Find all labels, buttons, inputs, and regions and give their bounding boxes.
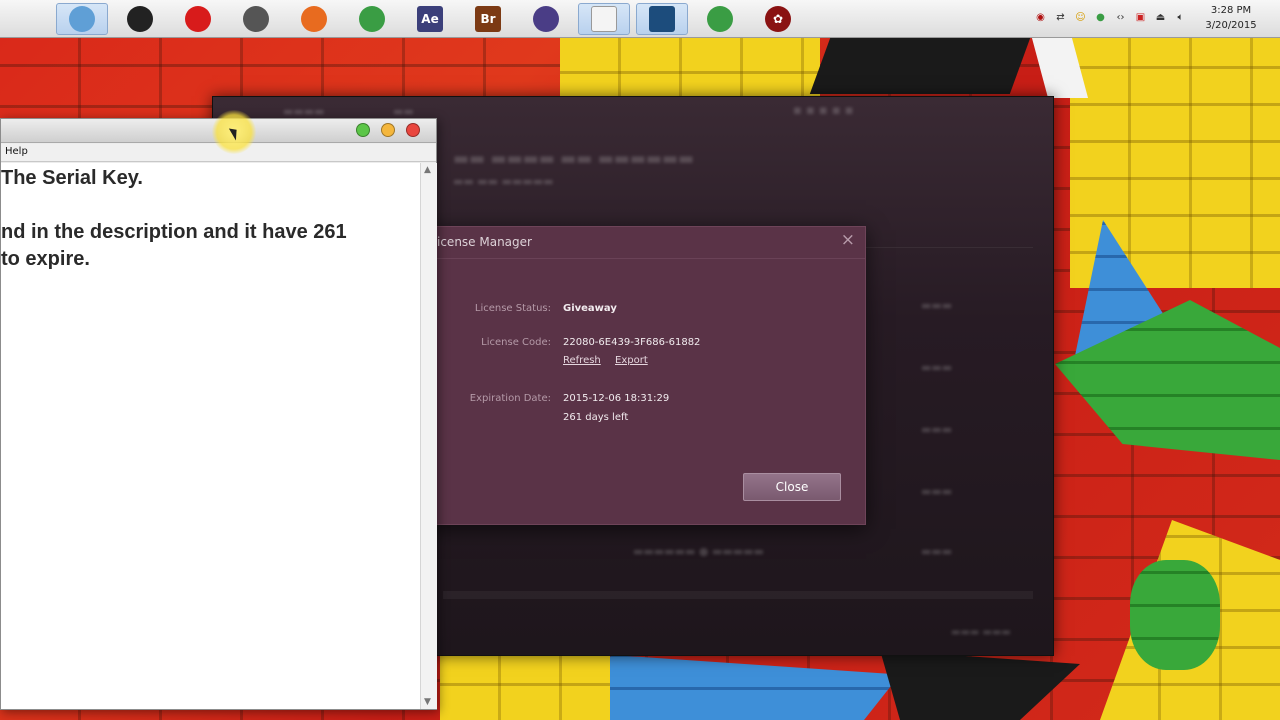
taskbar: Ae Br ✿ ◉ ⇄ ☺ ● ‹› ▣ ⏏ 🔈︎ 3:28 PM 3/20/201… — [0, 0, 1280, 38]
license-status-value: Giveaway — [563, 303, 617, 314]
dialog-divider — [427, 258, 865, 259]
notes-app-icon — [591, 6, 617, 32]
sync-tray-icon[interactable]: ⇄ — [1053, 10, 1068, 25]
taskbar-item-record-app[interactable] — [172, 3, 224, 35]
menu-help[interactable]: Help — [5, 146, 28, 157]
code-tray-icon[interactable]: ‹› — [1113, 10, 1128, 25]
after-effects-icon: Ae — [417, 6, 443, 32]
wallpaper-black-stroke — [880, 650, 1080, 720]
blurred-value: ▬▬▬ — [921, 545, 953, 558]
film-app-icon — [649, 6, 675, 32]
taskbar-item-video-editor[interactable] — [520, 3, 572, 35]
expiration-date-value: 2015-12-06 18:31:29 — [563, 393, 670, 404]
eject-tray-icon[interactable]: ⏏ — [1153, 10, 1168, 25]
blurred-value: ▬▬▬ — [921, 423, 953, 436]
blurred-footer-link: ▬▬▬▬▬▬ ● ▬▬▬▬▬ — [633, 545, 764, 558]
bridge-icon: Br — [475, 6, 501, 32]
wallpaper-yellow-brick — [440, 656, 610, 720]
blurred-value: ▬▬▬ — [921, 299, 953, 312]
volume-tray-icon[interactable]: 🔈︎ — [1173, 10, 1188, 25]
close-button[interactable]: Close — [743, 473, 841, 501]
blurred-window-controls: ▪ ▪ ▪ ▪ ▪ — [793, 103, 854, 118]
wallpaper-green-shape — [1130, 560, 1220, 670]
taskbar-item-notes-app[interactable] — [578, 3, 630, 35]
editor-line: to expire. — [1, 248, 90, 270]
chrome-canary-icon — [707, 6, 733, 32]
taskbar-item-bridge[interactable]: Br — [462, 3, 514, 35]
media-app-icon — [243, 6, 269, 32]
editor-line: nd in the description and it have 261 — [1, 221, 347, 243]
blurred-value: ▬▬▬ — [921, 485, 953, 498]
minimize-button[interactable] — [381, 123, 395, 137]
taskbar-item-camera-app[interactable] — [114, 3, 166, 35]
record-app-icon — [185, 6, 211, 32]
chrome-icon — [359, 6, 385, 32]
settings-app-icon: ✿ — [765, 6, 791, 32]
editor-scrollbar[interactable]: ▲ ▼ — [420, 163, 437, 709]
license-code-value: 22080-6E439-3F686-61882 — [563, 337, 701, 348]
camera-app-icon — [127, 6, 153, 32]
blurred-progress-bar — [443, 591, 1033, 599]
blurred-value: ▬▬▬ — [921, 361, 953, 374]
clock-time: 3:28 PM — [1210, 5, 1252, 16]
blurred-subheading: ▬▬ ▬▬ ▬▬▬▬▬ — [453, 175, 554, 188]
security-tray-icon[interactable]: ▣ — [1133, 10, 1148, 25]
video-editor-icon — [533, 6, 559, 32]
days-left-value: 261 days left — [563, 412, 629, 423]
taskbar-item-media-app[interactable] — [230, 3, 282, 35]
taskbar-item-firefox[interactable] — [288, 3, 340, 35]
record-tray-icon[interactable]: ◉ — [1033, 10, 1048, 25]
taskbar-item-chrome-canary[interactable] — [694, 3, 746, 35]
text-editor-window[interactable]: Help The Serial Key. nd in the descripti… — [0, 118, 437, 710]
license-status-label: License Status: — [474, 303, 551, 314]
blurred-heading: ▬▬ ▬▬▬▬ ▬▬ ▬▬▬▬▬▬ — [453, 149, 695, 169]
refresh-link[interactable]: Refresh — [563, 355, 601, 366]
scroll-up-icon[interactable]: ▲ — [424, 165, 431, 175]
taskbar-item-film-app[interactable] — [636, 3, 688, 35]
license-manager-dialog: icense Manager × License Status: Giveawa… — [426, 226, 866, 525]
taskbar-item-finder[interactable] — [56, 3, 108, 35]
clock-date: 3/20/2015 — [1205, 20, 1257, 31]
expiration-date-label: Expiration Date: — [469, 393, 551, 404]
maximize-button[interactable] — [356, 123, 370, 137]
close-icon[interactable]: × — [841, 232, 855, 249]
export-link[interactable]: Export — [615, 355, 648, 366]
taskbar-item-settings-app[interactable]: ✿ — [752, 3, 804, 35]
blurred-footer-text: ▬▬▬ ▬▬▬ — [951, 627, 1011, 638]
smiley-tray-icon[interactable]: ☺ — [1073, 10, 1088, 25]
chrome-tray-icon[interactable]: ● — [1093, 10, 1108, 25]
wallpaper-black-stroke — [809, 38, 1031, 94]
system-clock[interactable]: 3:28 PM 3/20/2015 — [1196, 3, 1266, 33]
taskbar-item-apple[interactable] — [0, 3, 52, 35]
close-window-button[interactable] — [406, 123, 420, 137]
apple-icon — [13, 6, 39, 32]
blurred-tab: ▬▬▬▬ — [283, 105, 325, 118]
editor-text-area[interactable]: The Serial Key. nd in the description an… — [1, 163, 420, 709]
firefox-icon — [301, 6, 327, 32]
license-code-label: License Code: — [481, 337, 551, 348]
system-tray: ◉ ⇄ ☺ ● ‹› ▣ ⏏ 🔈︎ — [1033, 10, 1188, 25]
finder-icon — [69, 6, 95, 32]
editor-line: The Serial Key. — [1, 167, 143, 189]
blurred-tab: ▬▬ — [393, 105, 414, 118]
taskbar-item-after-effects[interactable]: Ae — [404, 3, 456, 35]
scroll-down-icon[interactable]: ▼ — [424, 697, 431, 707]
taskbar-item-chrome[interactable] — [346, 3, 398, 35]
dialog-title: icense Manager — [437, 235, 532, 249]
